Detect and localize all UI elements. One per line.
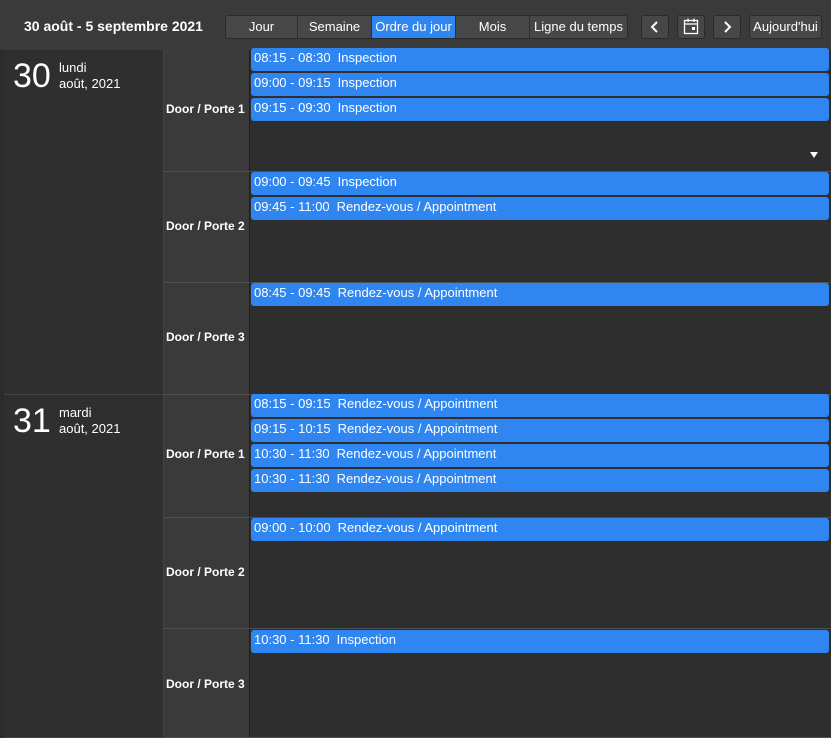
day-name: mardi <box>59 405 92 420</box>
date-picker-button[interactable] <box>677 15 705 39</box>
event[interactable]: 10:30 - 11:30 Rendez-vous / Appointment <box>251 444 829 467</box>
event-title: Inspection <box>337 75 397 90</box>
day-month: août, 2021 <box>59 76 121 91</box>
event-time: 09:45 - 11:00 <box>254 199 330 214</box>
event-title: Inspection <box>337 174 397 189</box>
event[interactable]: 09:00 - 10:00 Rendez-vous / Appointment <box>251 518 829 541</box>
event-time: 08:15 - 08:30 <box>254 50 331 65</box>
resource-door-1: Door / Porte 1 <box>164 395 250 518</box>
event-title: Rendez-vous / Appointment <box>336 199 497 214</box>
resource-door-3: Door / Porte 3 <box>164 283 250 395</box>
event-title: Rendez-vous / Appointment <box>337 520 498 535</box>
event-title: Rendez-vous / Appointment <box>337 396 498 411</box>
event-time: 08:15 - 09:15 <box>254 396 331 411</box>
resource-label: Door / Porte 2 <box>166 565 245 579</box>
event-time: 08:45 - 09:45 <box>254 285 331 300</box>
event[interactable]: 09:15 - 09:30 Inspection <box>251 98 829 121</box>
day-header-31: 31 mardi août, 2021 <box>4 395 164 738</box>
event-time: 10:30 - 11:30 <box>254 632 330 647</box>
event-title: Rendez-vous / Appointment <box>336 446 497 461</box>
resource-label: Door / Porte 3 <box>166 330 245 344</box>
view-switcher: Jour Semaine Ordre du jour Mois Ligne du… <box>225 15 628 39</box>
view-button-week[interactable]: Semaine <box>298 16 372 38</box>
scheduler-toolbar: 30 août - 5 septembre 2021 Jour Semaine … <box>0 0 831 50</box>
event-title: Inspection <box>337 100 397 115</box>
event[interactable]: 10:30 - 11:30 Inspection <box>251 630 829 653</box>
chevron-right-icon <box>724 21 732 33</box>
event-title: Inspection <box>336 632 396 647</box>
view-button-timeline[interactable]: Ligne du temps <box>530 16 627 38</box>
event[interactable]: 08:15 - 09:15 Rendez-vous / Appointment <box>251 394 829 417</box>
chevron-left-icon <box>650 21 658 33</box>
event[interactable]: 09:45 - 11:00 Rendez-vous / Appointment <box>251 197 829 220</box>
view-button-day[interactable]: Jour <box>226 16 298 38</box>
event[interactable]: 09:00 - 09:15 Inspection <box>251 73 829 96</box>
event-time: 09:00 - 10:00 <box>254 520 331 535</box>
event[interactable]: 09:15 - 10:15 Rendez-vous / Appointment <box>251 419 829 442</box>
day-number: 30 <box>13 57 51 95</box>
event-time: 10:30 - 11:30 <box>254 446 330 461</box>
previous-button[interactable] <box>641 15 669 39</box>
today-button[interactable]: Aujourd'hui <box>749 15 822 39</box>
resource-label: Door / Porte 1 <box>166 447 245 461</box>
day-header-30: 30 lundi août, 2021 <box>4 50 164 395</box>
resource-door-3: Door / Porte 3 <box>164 629 250 738</box>
day-month: août, 2021 <box>59 421 121 436</box>
event-time: 09:00 - 09:45 <box>254 174 331 189</box>
resource-label: Door / Porte 1 <box>166 102 245 116</box>
resource-label: Door / Porte 2 <box>166 219 245 233</box>
agenda-body: 30 lundi août, 2021 Door / Porte 1 Door … <box>0 48 831 738</box>
event-time: 09:00 - 09:15 <box>254 75 331 90</box>
event[interactable]: 08:45 - 09:45 Rendez-vous / Appointment <box>251 283 829 306</box>
next-button[interactable] <box>713 15 741 39</box>
resource-label: Door / Porte 3 <box>166 677 245 691</box>
event[interactable]: 09:00 - 09:45 Inspection <box>251 172 829 195</box>
event-title: Inspection <box>337 50 397 65</box>
resource-door-1: Door / Porte 1 <box>164 50 250 172</box>
event[interactable]: 08:15 - 08:30 Inspection <box>251 48 829 71</box>
resource-door-2: Door / Porte 2 <box>164 172 250 283</box>
event-title: Rendez-vous / Appointment <box>337 285 498 300</box>
event-time: 10:30 - 11:30 <box>254 471 330 486</box>
day-number: 31 <box>13 402 51 440</box>
event-title: Rendez-vous / Appointment <box>337 421 498 436</box>
event-time: 09:15 - 09:30 <box>254 100 331 115</box>
resource-door-2: Door / Porte 2 <box>164 518 250 629</box>
event-title: Rendez-vous / Appointment <box>336 471 497 486</box>
event-time: 09:15 - 10:15 <box>254 421 331 436</box>
event[interactable]: 10:30 - 11:30 Rendez-vous / Appointment <box>251 469 829 492</box>
calendar-icon <box>683 18 699 35</box>
view-button-agenda[interactable]: Ordre du jour <box>372 16 456 38</box>
view-button-month[interactable]: Mois <box>456 16 530 38</box>
day-name: lundi <box>59 60 87 75</box>
date-range-title: 30 août - 5 septembre 2021 <box>24 18 203 34</box>
more-events-arrow-icon[interactable] <box>810 152 818 158</box>
